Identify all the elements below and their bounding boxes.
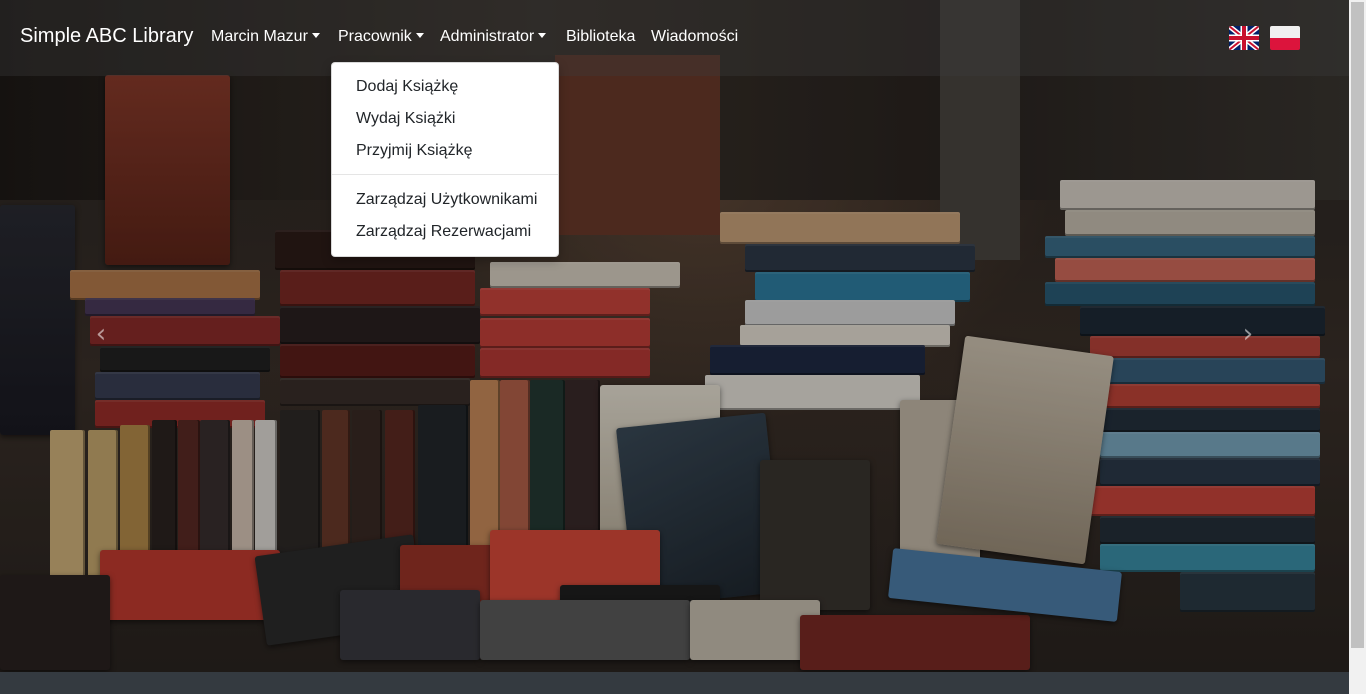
background-overlay <box>0 0 1349 672</box>
scrollbar-thumb[interactable] <box>1351 2 1364 648</box>
nav-item-label: Administrator <box>440 28 535 45</box>
menu-item-add-book[interactable]: Dodaj Książkę <box>356 78 458 96</box>
polish-flag-icon[interactable] <box>1270 26 1300 50</box>
nav-item-label: Pracownik <box>338 28 412 45</box>
menu-item-issue-books[interactable]: Wydaj Książki <box>356 110 455 128</box>
dropdown-divider <box>332 174 558 175</box>
menu-item-manage-users[interactable]: Zarządzaj Użytkownikami <box>356 191 537 209</box>
carousel-background-image <box>0 0 1349 672</box>
nav-dropdown-user[interactable]: Marcin Mazur <box>211 28 320 46</box>
carousel-prev-icon[interactable]: ‹ <box>89 321 113 347</box>
footer <box>0 672 1349 694</box>
caret-down-icon <box>538 33 547 38</box>
caret-down-icon <box>415 33 424 38</box>
nav-dropdown-administrator[interactable]: Administrator <box>440 28 547 46</box>
nav-link-wiadomosci[interactable]: Wiadomości <box>651 28 738 46</box>
carousel-next-icon[interactable]: › <box>1236 321 1260 347</box>
top-navbar: Simple ABC Library Marcin Mazur Pracowni… <box>0 0 1349 76</box>
brand-link[interactable]: Simple ABC Library <box>20 25 193 48</box>
english-flag-icon[interactable] <box>1229 26 1259 50</box>
pracownik-dropdown-menu: Dodaj Książkę Wydaj Książki Przyjmij Ksi… <box>331 62 559 257</box>
caret-down-icon <box>311 33 320 38</box>
nav-dropdown-pracownik[interactable]: Pracownik <box>338 28 424 46</box>
nav-link-biblioteka[interactable]: Biblioteka <box>566 28 635 46</box>
menu-item-receive-book[interactable]: Przyjmij Książkę <box>356 142 472 160</box>
menu-item-manage-reservations[interactable]: Zarządzaj Rezerwacjami <box>356 223 531 241</box>
nav-item-label: Marcin Mazur <box>211 28 308 45</box>
